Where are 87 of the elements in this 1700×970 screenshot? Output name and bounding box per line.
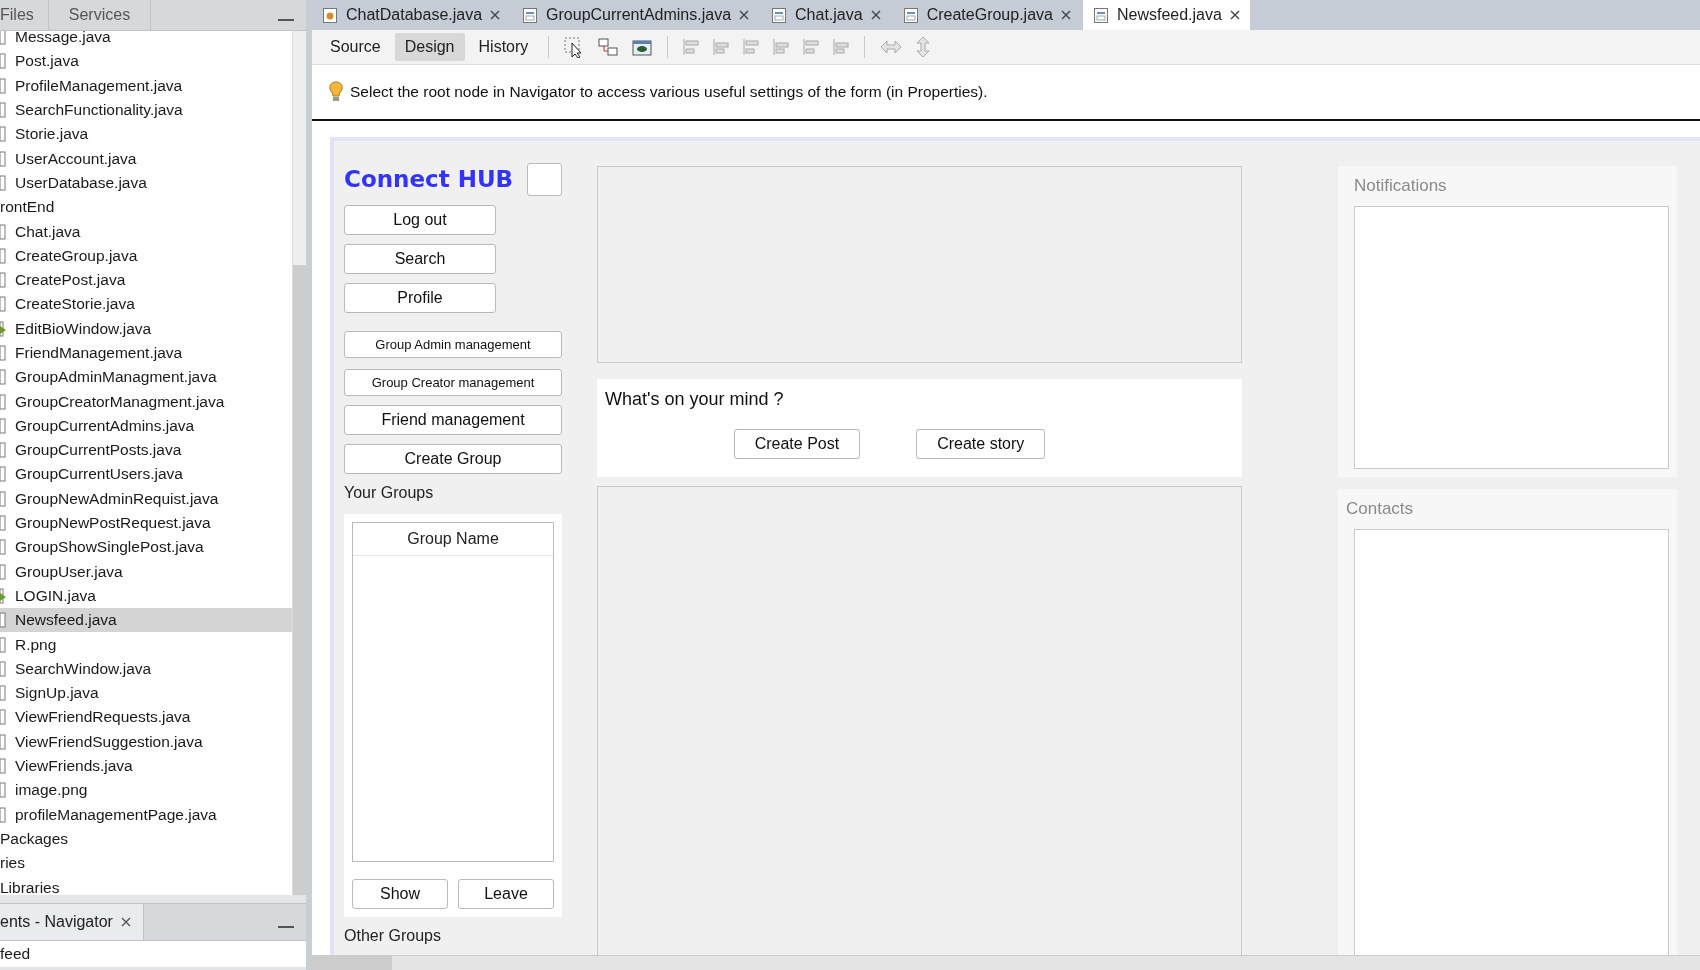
tree-item[interactable]: GroupNewPostRequest.java xyxy=(0,510,292,536)
tree-item[interactable]: CreatePost.java xyxy=(0,267,292,293)
tree-item[interactable]: Libraries xyxy=(0,875,292,895)
scrollbar[interactable] xyxy=(292,31,306,895)
view-button[interactable]: Source xyxy=(320,33,391,61)
create-button[interactable]: Create story xyxy=(916,429,1046,459)
close-icon[interactable] xyxy=(870,10,881,20)
group-button[interactable]: Group Creator management xyxy=(344,369,562,396)
tree-item[interactable]: GroupCurrentAdmins.java xyxy=(0,413,292,439)
tree-item[interactable]: LOGIN.java xyxy=(0,583,292,609)
tree-item[interactable]: SearchFunctionality.java xyxy=(0,97,292,123)
action-button[interactable]: Friend management xyxy=(344,405,562,435)
tree-item[interactable]: GroupNewAdminRequist.java xyxy=(0,486,292,511)
align-bottom-icon[interactable] xyxy=(801,37,822,57)
connection-mode-icon[interactable] xyxy=(597,36,620,58)
close-icon[interactable] xyxy=(490,10,501,20)
nav-button[interactable]: Log out xyxy=(344,205,496,235)
nav-button[interactable]: Search xyxy=(344,244,496,274)
post-prompt: What's on your mind ? xyxy=(605,389,785,411)
tree-item[interactable]: Newsfeed.java xyxy=(0,608,292,633)
form-file-icon xyxy=(902,6,919,24)
align-left-icon[interactable] xyxy=(681,37,702,57)
tree-item[interactable]: UserDatabase.java xyxy=(0,170,292,196)
tree-item[interactable]: Post.java xyxy=(0,49,292,74)
tree-item[interactable]: GroupShowSinglePost.java xyxy=(0,535,292,560)
tree-item[interactable]: ProfileManagement.java xyxy=(0,73,292,98)
scrollbar[interactable] xyxy=(312,955,1700,970)
class-file-icon xyxy=(322,6,338,24)
close-icon[interactable] xyxy=(1060,10,1071,20)
panel-tab[interactable]: Files xyxy=(0,0,49,30)
app-title: Connect HUB xyxy=(344,166,514,192)
panel-tab[interactable]: ents - Navigator xyxy=(0,904,144,940)
tree-item[interactable]: GroupUser.java xyxy=(0,559,292,584)
tree-item[interactable]: image.png xyxy=(0,778,292,803)
group-action-button[interactable]: Leave xyxy=(458,879,554,909)
group-action-button[interactable]: Show xyxy=(352,879,448,909)
form-file-icon xyxy=(771,6,788,24)
tree-item[interactable]: SignUp.java xyxy=(0,681,292,706)
form-file-icon xyxy=(522,6,539,24)
tree-item[interactable]: rontEnd xyxy=(0,195,292,220)
info-message: Select the root node in Navigator to access various useful settings of the form (in Properties). xyxy=(350,83,988,101)
tree-item[interactable]: CreateGroup.java xyxy=(0,243,292,268)
action-button[interactable]: Create Group xyxy=(344,444,562,474)
tree-item[interactable]: GroupCurrentUsers.java xyxy=(0,462,292,487)
nav-button[interactable]: Profile xyxy=(344,283,496,313)
center-horizontal-icon[interactable] xyxy=(741,37,762,57)
close-icon[interactable] xyxy=(739,10,750,20)
editor-tab[interactable]: Newsfeed.java xyxy=(1082,0,1250,30)
tree-item[interactable]: EditBioWindow.java xyxy=(0,316,292,341)
align-right-icon[interactable] xyxy=(711,37,732,57)
tree-item[interactable]: Message.java xyxy=(0,31,292,50)
panel-title: Contacts xyxy=(1346,499,1415,520)
tree-item[interactable]: GroupAdminManagment.java xyxy=(0,365,292,390)
tree-item[interactable]: ries xyxy=(0,851,292,876)
tree-item[interactable]: R.png xyxy=(0,632,292,657)
tree-item[interactable]: UserAccount.java xyxy=(0,146,292,171)
tree-item[interactable]: ViewFriendSuggestion.java xyxy=(0,729,292,754)
tree-item[interactable]: ViewFriends.java xyxy=(0,753,292,779)
center-vertical-icon[interactable] xyxy=(831,37,852,57)
panel-title: Notifications xyxy=(1354,176,1448,197)
navigator-node[interactable]: feed xyxy=(0,945,31,963)
tree-item[interactable]: Packages xyxy=(0,826,292,852)
align-top-icon[interactable] xyxy=(771,37,792,57)
view-button[interactable]: Design xyxy=(394,33,465,61)
tree-item[interactable]: Storie.java xyxy=(0,122,292,147)
lightbulb-icon xyxy=(328,81,344,103)
tree-item[interactable]: FriendManagement.java xyxy=(0,340,292,366)
tree-item[interactable]: GroupCreatorManagment.java xyxy=(0,389,292,414)
tree-item[interactable]: GroupCurrentPosts.java xyxy=(0,438,292,463)
tree-item[interactable]: profileManagementPage.java xyxy=(0,802,292,827)
column-header[interactable]: Group Name xyxy=(353,523,553,556)
tree-item[interactable]: ViewFriendRequests.java xyxy=(0,705,292,730)
section-label: Your Groups xyxy=(344,484,435,503)
form-file-icon xyxy=(1092,6,1109,24)
panel-tab[interactable]: Services xyxy=(48,0,152,30)
create-button[interactable]: Create Post xyxy=(733,429,861,459)
tree-item[interactable]: Chat.java xyxy=(0,219,292,244)
tree-item[interactable]: CreateStorie.java xyxy=(0,292,292,317)
profile-picture-box xyxy=(527,162,562,196)
file-icon xyxy=(0,612,7,629)
close-icon[interactable] xyxy=(1229,10,1240,20)
group-button[interactable]: Group Admin management xyxy=(344,331,562,358)
view-button[interactable]: History xyxy=(468,33,539,61)
close-icon[interactable] xyxy=(120,917,131,927)
resize-vertical-icon[interactable] xyxy=(915,36,932,58)
section-label: Other Groups xyxy=(344,927,442,946)
tree-item[interactable]: SearchWindow.java xyxy=(0,656,292,681)
